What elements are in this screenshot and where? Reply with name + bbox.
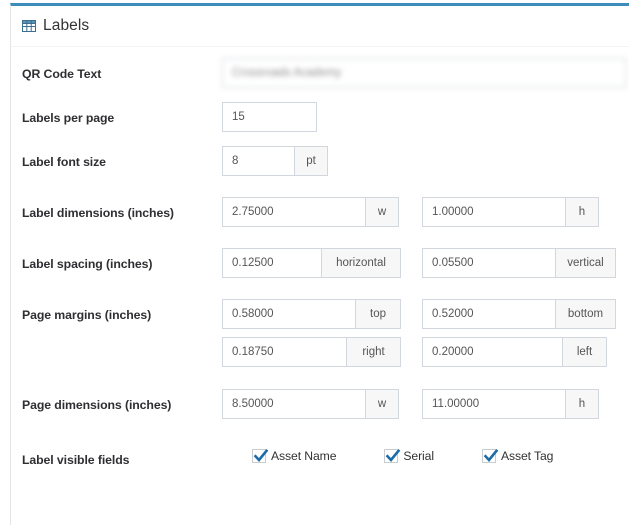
checkbox-item-serial[interactable]: Serial — [384, 448, 434, 463]
label-width-input[interactable]: 2.75000 — [222, 197, 366, 227]
panel-title: Labels — [22, 17, 89, 35]
page-width-input[interactable]: 8.50000 — [222, 389, 366, 419]
label-page-dimensions: Page dimensions (inches) — [22, 398, 172, 412]
input-group-label-spacing-horizontal: 0.12500 horizontal — [222, 248, 422, 278]
form-row-label-font-size: Label font size 8 pt — [11, 146, 629, 176]
checkbox-item-asset-name[interactable]: Asset Name — [252, 448, 337, 463]
label-label-spacing: Label spacing (inches) — [22, 257, 153, 271]
checkbox-label-asset-tag: Asset Tag — [500, 449, 554, 463]
label-label-font-size: Label font size — [22, 155, 106, 169]
controls-label-font-size: 8 pt — [222, 146, 629, 176]
form-row-label-spacing: Label spacing (inches) 0.12500 horizonta… — [11, 248, 629, 278]
controls-label-visible-fields: Asset Name Serial Asset Tag — [222, 444, 629, 463]
input-group-label-font-size: 8 pt — [222, 146, 328, 176]
controls-labels-per-page: 15 — [222, 102, 629, 132]
label-label-dimensions: Label dimensions (inches) — [22, 206, 174, 220]
labels-per-page-input[interactable]: 15 — [222, 102, 317, 132]
label-labels-per-page: Labels per page — [22, 111, 115, 125]
form-row-qr-code-text: QR Code Text Crossroads Academy — [11, 58, 629, 88]
label-label-visible-fields: Label visible fields — [22, 453, 130, 467]
labels-settings-panel: Labels QR Code Text Crossroads Academy L… — [10, 3, 629, 525]
controls-label-dimensions: 2.75000 w 1.00000 h — [222, 197, 629, 227]
input-group-page-margin-right: 0.18750 right — [222, 337, 422, 367]
page-margin-top-unit: top — [356, 299, 401, 329]
page-height-unit: h — [566, 389, 599, 419]
label-font-size-input[interactable]: 8 — [222, 146, 295, 176]
input-group-page-width: 8.50000 w — [222, 389, 422, 419]
page-height-col: 11.00000 h — [422, 389, 622, 419]
label-height-input[interactable]: 1.00000 — [422, 197, 566, 227]
page-width-col: 8.50000 w — [222, 389, 422, 419]
controls-page-margins-right-left: 0.18750 right 0.20000 left — [222, 337, 629, 367]
form-row-page-dimensions: Page dimensions (inches) 8.50000 w 11.00… — [11, 389, 629, 419]
label-spacing-horizontal-unit: horizontal — [322, 248, 401, 278]
controls-page-margins-top-bottom: 0.58000 top 0.52000 bottom — [222, 299, 629, 329]
input-group-page-margin-bottom: 0.52000 bottom — [422, 299, 622, 329]
form-row-label-visible-fields: Label visible fields Asset Name Serial A… — [11, 444, 629, 467]
input-group-page-margin-left: 0.20000 left — [422, 337, 622, 367]
qr-code-text-input[interactable]: Crossroads Academy — [222, 58, 626, 88]
input-group-label-spacing-vertical: 0.05500 vertical — [422, 248, 622, 278]
form-row-page-margins: Page margins (inches) 0.58000 top 0.5200… — [11, 299, 629, 329]
label-height-unit: h — [566, 197, 599, 227]
label-spacing-vertical-input[interactable]: 0.05500 — [422, 248, 556, 278]
controls-page-dimensions: 8.50000 w 11.00000 h — [222, 389, 629, 419]
label-page-margins: Page margins (inches) — [22, 308, 152, 322]
page-margin-bottom-col: 0.52000 bottom — [422, 299, 622, 329]
checkmark-icon-asset-name[interactable] — [252, 448, 269, 463]
labels-form: QR Code Text Crossroads Academy Labels p… — [11, 58, 629, 467]
input-group-page-height: 11.00000 h — [422, 389, 622, 419]
panel-header: Labels — [11, 6, 629, 47]
checkmark-icon-asset-tag[interactable] — [481, 448, 499, 463]
controls-qr-code-text: Crossroads Academy — [222, 58, 629, 88]
page-margin-left-unit: left — [563, 337, 607, 367]
label-dimensions-width-col: 2.75000 w — [222, 197, 422, 227]
input-group-page-margin-top: 0.58000 top — [222, 299, 422, 329]
page-margin-right-unit: right — [347, 337, 401, 367]
checkbox-label-serial: Serial — [403, 449, 434, 463]
page-margin-right-input[interactable]: 0.18750 — [222, 337, 347, 367]
page-margin-right-col: 0.18750 right — [222, 337, 422, 367]
checkmark-icon-serial[interactable] — [384, 448, 401, 463]
label-spacing-vertical-unit: vertical — [556, 248, 616, 278]
label-dimensions-height-col: 1.00000 h — [422, 197, 622, 227]
checkbox-item-asset-tag[interactable]: Asset Tag — [481, 448, 554, 463]
form-row-labels-per-page: Labels per page 15 — [11, 102, 629, 132]
panel-title-text: Labels — [43, 17, 90, 34]
label-width-unit: w — [366, 197, 399, 227]
input-group-labels-per-page: 15 — [222, 102, 317, 132]
page-height-input[interactable]: 11.00000 — [422, 389, 566, 419]
label-spacing-vertical-col: 0.05500 vertical — [422, 248, 622, 278]
label-qr-code-text: QR Code Text — [22, 67, 102, 81]
input-group-label-height: 1.00000 h — [422, 197, 622, 227]
controls-label-spacing: 0.12500 horizontal 0.05500 vertical — [222, 248, 629, 278]
label-spacing-horizontal-col: 0.12500 horizontal — [222, 248, 422, 278]
page-width-unit: w — [366, 389, 399, 419]
form-row-label-dimensions: Label dimensions (inches) 2.75000 w 1.00… — [11, 197, 629, 227]
table-grid-icon — [22, 19, 36, 33]
page-margin-bottom-input[interactable]: 0.52000 — [422, 299, 556, 329]
input-group-qr-code-text: Crossroads Academy — [222, 58, 626, 88]
label-font-size-unit: pt — [295, 146, 328, 176]
checkbox-label-asset-name: Asset Name — [271, 449, 337, 463]
page-margin-left-input[interactable]: 0.20000 — [422, 337, 563, 367]
page-margin-top-input[interactable]: 0.58000 — [222, 299, 356, 329]
visible-fields-checkbox-group: Asset Name Serial Asset Tag — [222, 444, 553, 463]
page-margin-left-col: 0.20000 left — [422, 337, 622, 367]
label-spacing-horizontal-input[interactable]: 0.12500 — [222, 248, 322, 278]
page-margin-top-col: 0.58000 top — [222, 299, 422, 329]
page-margin-bottom-unit: bottom — [556, 299, 616, 329]
form-row-page-margins-secondary: 0.18750 right 0.20000 left — [11, 337, 629, 367]
input-group-label-width: 2.75000 w — [222, 197, 422, 227]
